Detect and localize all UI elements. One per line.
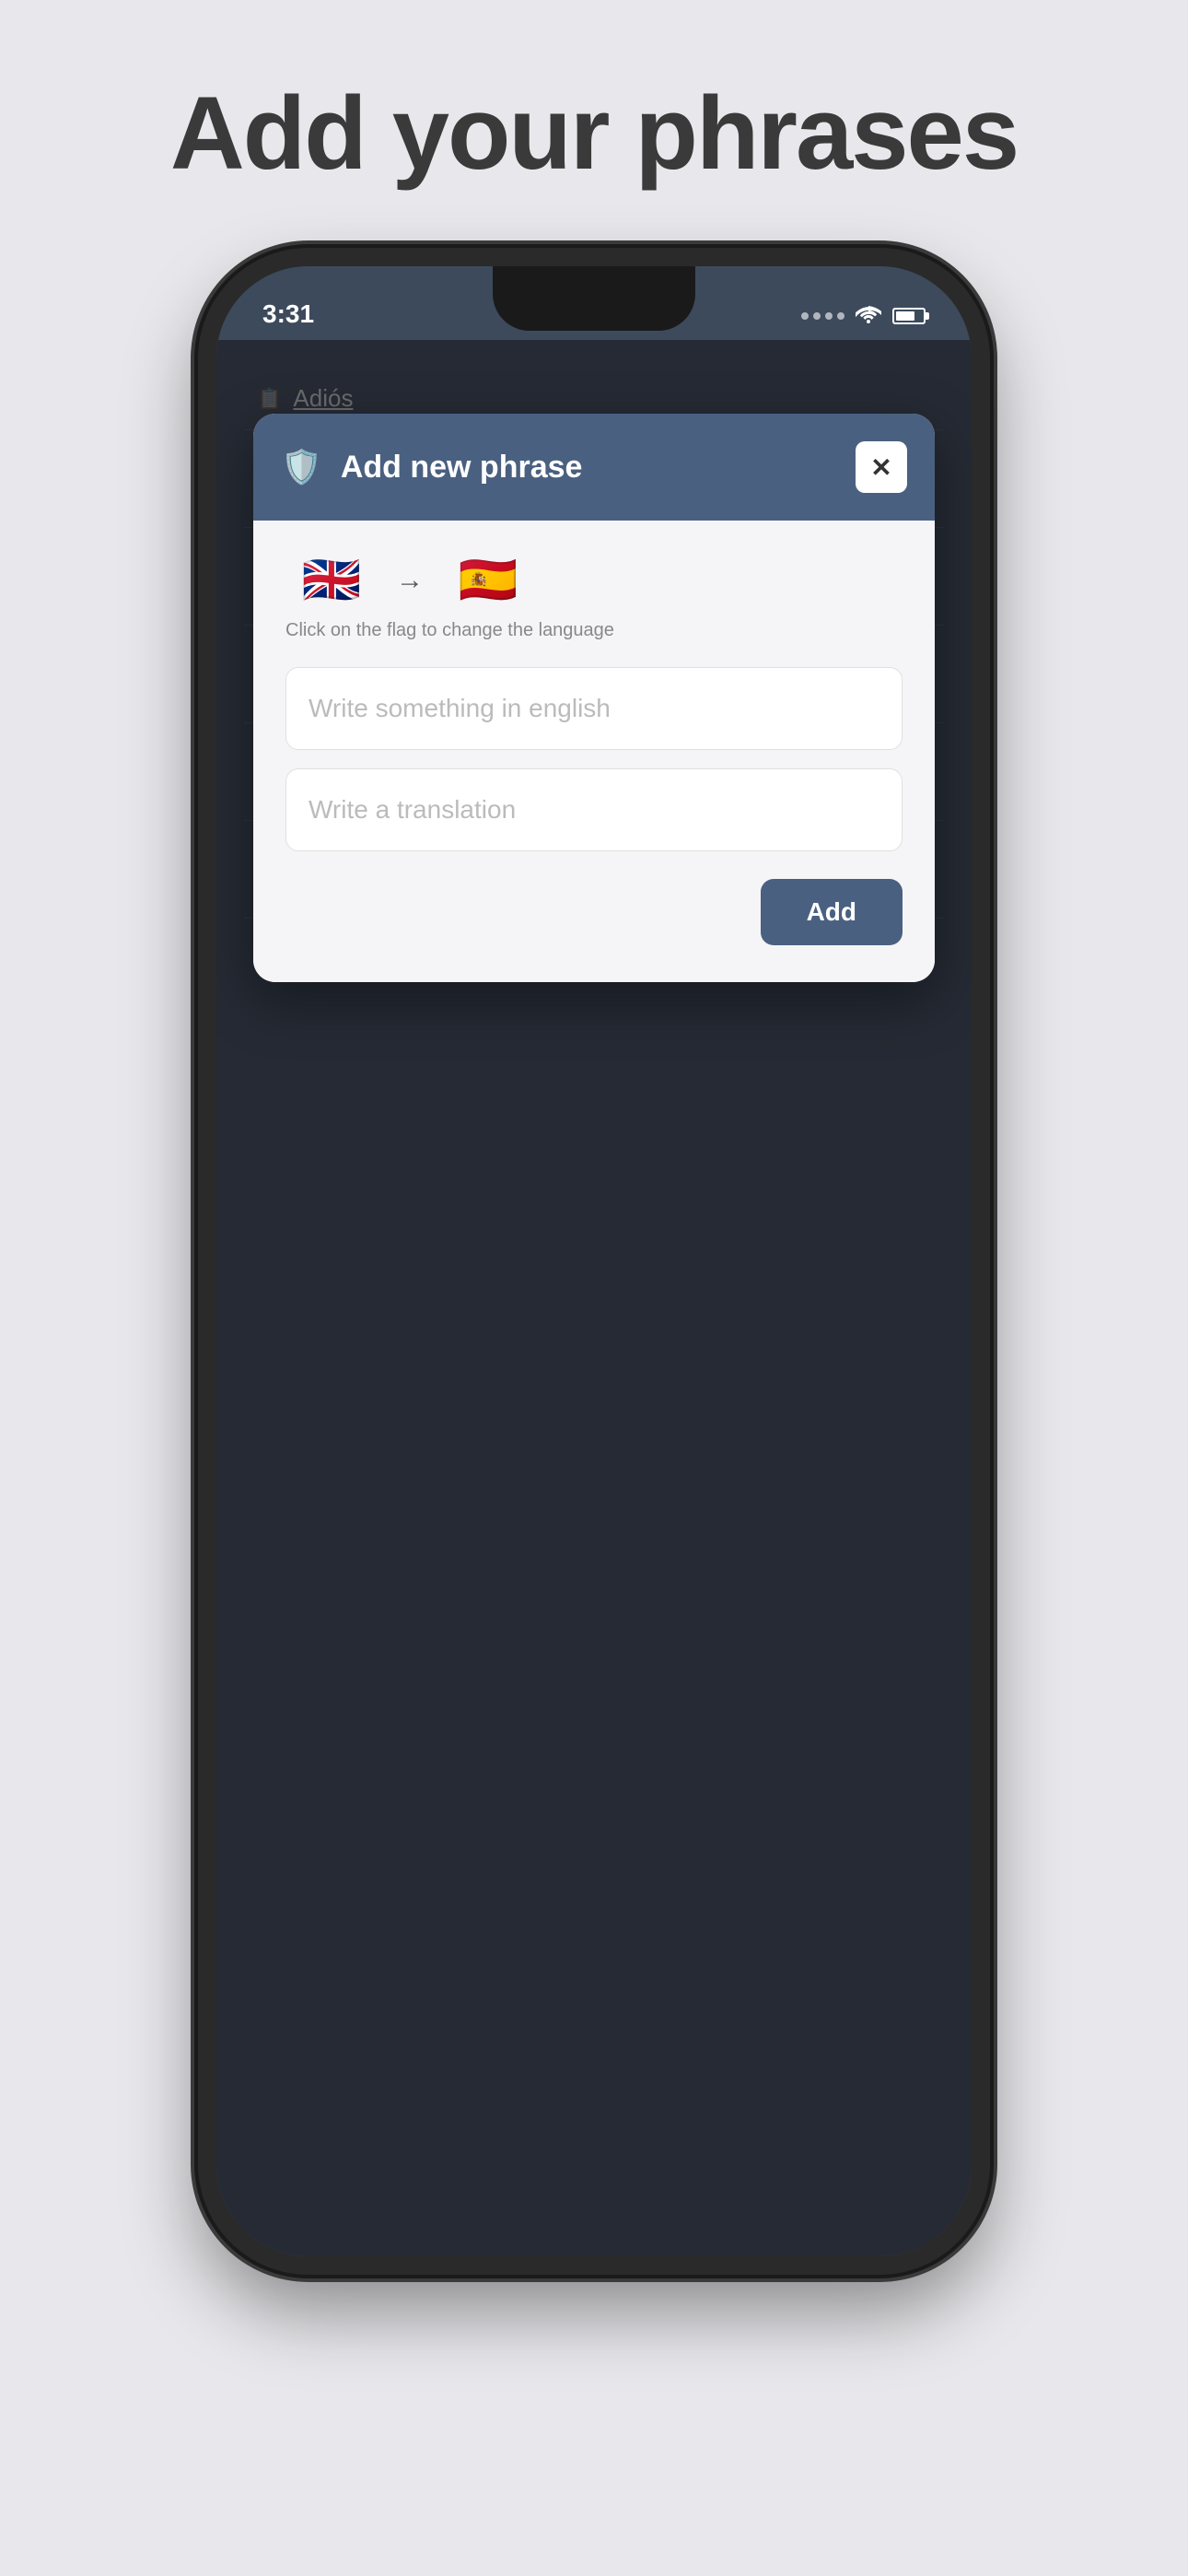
phone-screen: 3:31 <box>216 266 972 2256</box>
dot-4 <box>837 312 844 320</box>
source-language-flag[interactable]: 🇬🇧 <box>285 548 378 613</box>
signal-dots <box>801 312 844 320</box>
status-icons <box>801 303 926 329</box>
notch <box>493 266 695 331</box>
dot-1 <box>801 312 809 320</box>
target-language-flag[interactable]: 🇪🇸 <box>442 548 534 613</box>
dot-2 <box>813 312 821 320</box>
modal-close-button[interactable]: ✕ <box>856 441 907 493</box>
flag-row: 🇬🇧 → 🇪🇸 <box>285 548 903 613</box>
arrow-icon: → <box>396 565 424 596</box>
dot-3 <box>825 312 833 320</box>
uk-flag-icon: 🇬🇧 <box>302 554 362 607</box>
add-phrase-modal: 🛡️ Add new phrase ✕ 🇬🇧 → 🇪🇸 Click on the… <box>253 414 935 982</box>
english-input[interactable] <box>285 667 903 750</box>
modal-title: Add new phrase <box>341 450 837 486</box>
modal-footer: Add <box>285 879 903 945</box>
spain-flag-icon: 🇪🇸 <box>459 554 518 607</box>
flag-hint: Click on the flag to change the language <box>285 620 903 641</box>
add-button[interactable]: Add <box>761 879 903 945</box>
battery-icon <box>892 308 926 324</box>
wifi-icon <box>856 303 881 329</box>
translation-input[interactable] <box>285 768 903 851</box>
modal-body: 🇬🇧 → 🇪🇸 Click on the flag to change the … <box>253 521 935 982</box>
status-time: 3:31 <box>262 299 314 329</box>
page-title: Add your phrases <box>170 74 1018 193</box>
phone-frame: 3:31 <box>198 248 990 2275</box>
modal-header-icon: 🛡️ <box>281 448 322 486</box>
modal-header: 🛡️ Add new phrase ✕ <box>253 414 935 521</box>
